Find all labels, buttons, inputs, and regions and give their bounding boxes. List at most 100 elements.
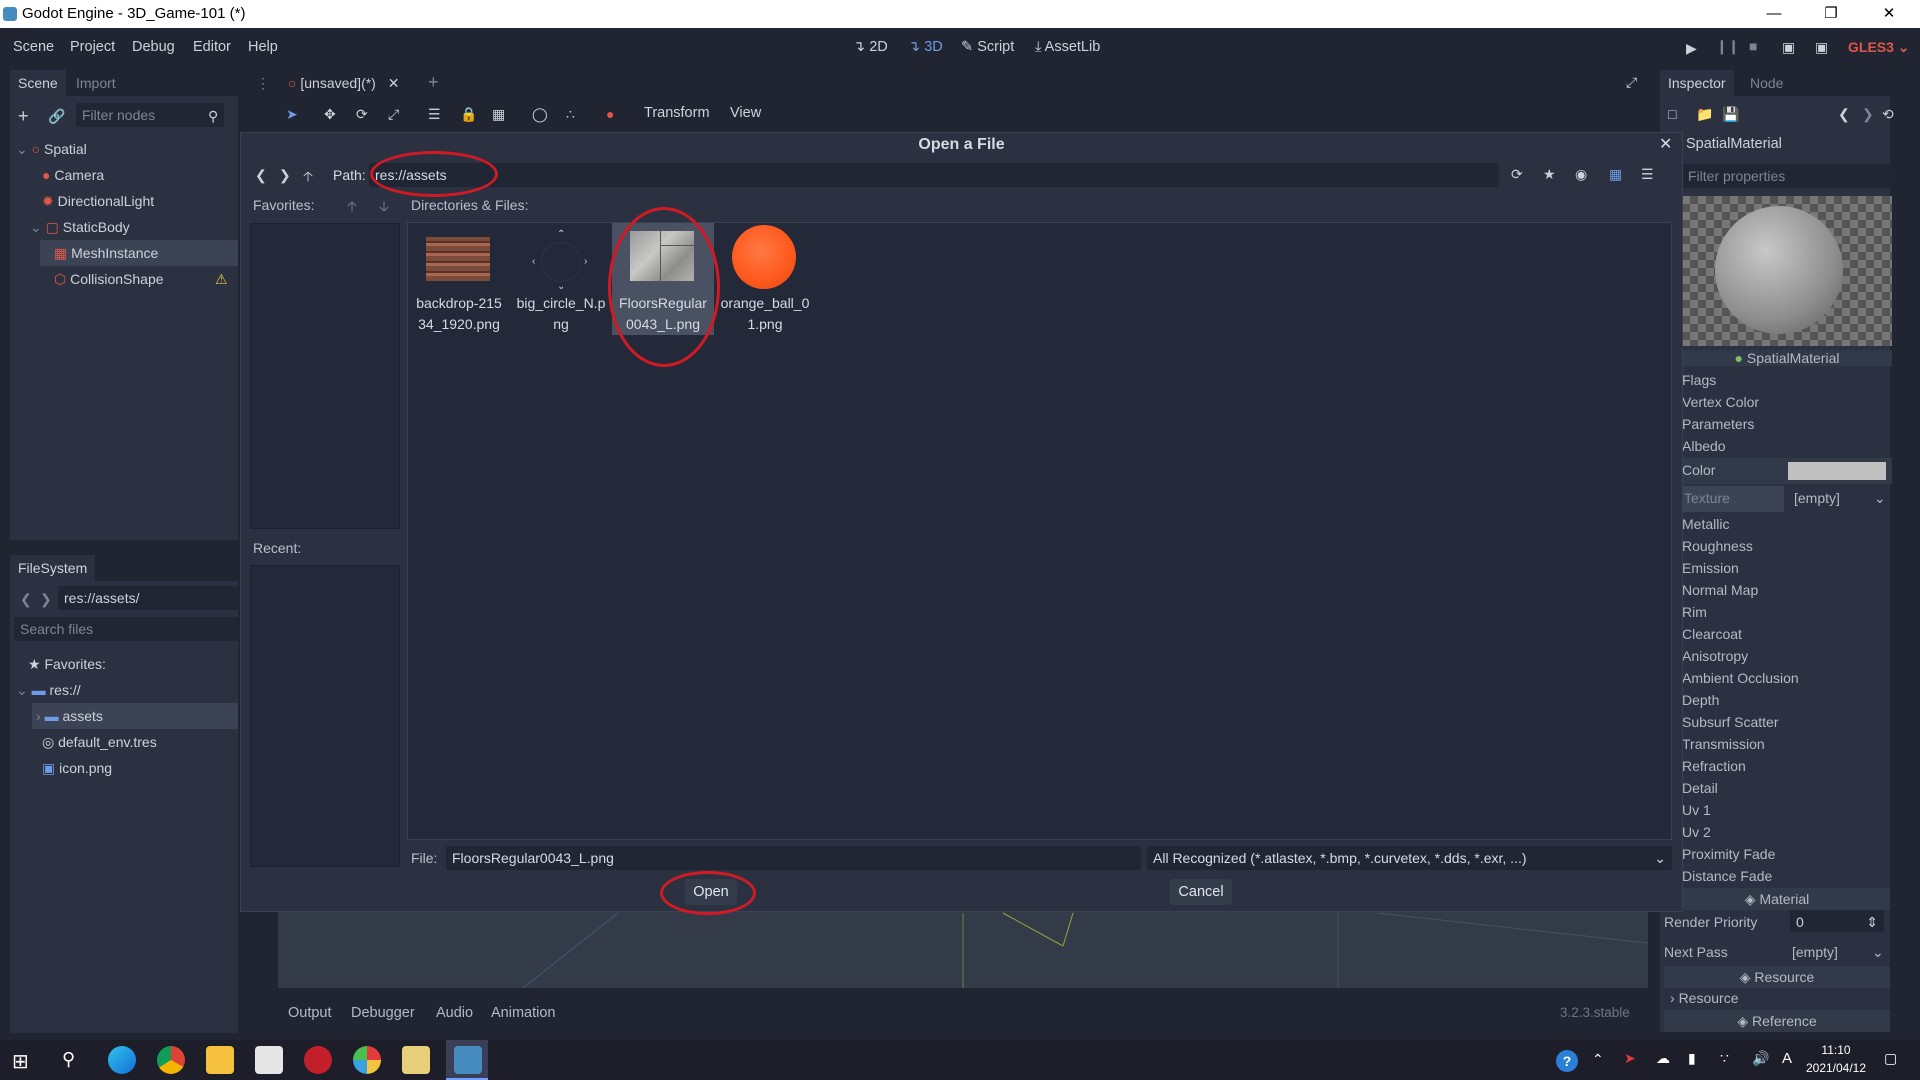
select-tool-icon[interactable]: ➤ (286, 106, 298, 123)
section-albedo[interactable]: Albedo (1682, 438, 1726, 454)
tree-node-meshinstance[interactable]: ▦ MeshInstance (40, 240, 238, 266)
renderer-selector[interactable]: GLES3 ⌄ (1848, 39, 1910, 56)
albedo-texture-value[interactable]: [empty] (1794, 490, 1840, 506)
search-files-input[interactable]: Search files (14, 617, 238, 641)
warning-icon[interactable]: ⚠ (215, 266, 228, 292)
battery-icon[interactable]: ▮ (1688, 1050, 1696, 1067)
distraction-free-icon[interactable]: ⤢ (1626, 74, 1637, 91)
restore-button[interactable]: ❐ (1808, 0, 1854, 28)
spin-arrows-icon[interactable]: ⇕ (1866, 914, 1878, 931)
close-window-button[interactable]: ✕ (1866, 0, 1912, 28)
file-item-backdrop[interactable]: backdrop-215 34_1920.png (408, 223, 510, 335)
save-resource-icon[interactable]: 💾 (1722, 106, 1739, 123)
app-red-icon[interactable] (304, 1046, 332, 1074)
tab-import[interactable]: Import (68, 70, 124, 96)
dropdown-arrow-icon[interactable]: ⌄ (1874, 490, 1886, 507)
grid-view-icon[interactable]: ▦ (1609, 166, 1622, 183)
tree-node-collisionshape[interactable]: ⬡ CollisionShape ⚠ (10, 266, 238, 292)
dialog-up-icon[interactable]: 🡡 (303, 166, 313, 190)
play-icon[interactable]: ▶ (1686, 40, 1697, 57)
taskbar-search-icon[interactable]: ⚲ (62, 1049, 75, 1070)
tree-node-spatial[interactable]: ⌄ ○ Spatial (10, 136, 238, 162)
history-forward-icon[interactable]: ❯ (1862, 106, 1874, 123)
dropdown-arrow-icon[interactable]: ⌄ (1872, 944, 1884, 961)
section-ambient-occlusion[interactable]: Ambient Occlusion (1682, 670, 1799, 686)
history-back-icon[interactable]: ❮ (1838, 106, 1850, 123)
section-proximity-fade[interactable]: Proximity Fade (1682, 846, 1775, 862)
bottom-tab-debugger[interactable]: Debugger (351, 1005, 415, 1021)
recent-list[interactable] (250, 565, 400, 867)
fs-folder-assets[interactable]: › ▬ assets (32, 703, 238, 729)
favorites-list[interactable] (250, 223, 400, 529)
filter-properties-input[interactable]: Filter properties (1682, 164, 1892, 188)
wifi-icon[interactable]: ∵ (1720, 1050, 1729, 1067)
clock-time[interactable]: 11:10 (1806, 1043, 1866, 1057)
favorite-move-down-icon[interactable]: 🡣 (379, 196, 389, 220)
minimize-button[interactable]: — (1751, 0, 1797, 28)
workspace-assetlib-button[interactable]: ⤓ AssetLib (1035, 39, 1100, 55)
file-name-input[interactable]: FloorsRegular0043_L.png (446, 846, 1141, 870)
section-emission[interactable]: Emission (1682, 560, 1739, 576)
workspace-script-button[interactable]: ✎ Script (961, 39, 1014, 55)
chrome-browser-icon[interactable] (157, 1046, 185, 1074)
group-icon[interactable]: ▦ (492, 106, 505, 123)
section-rim[interactable]: Rim (1682, 604, 1707, 620)
tab-filesystem[interactable]: FileSystem (10, 555, 96, 581)
scale-tool-icon[interactable]: ⤢ (388, 106, 399, 123)
dock-menu-icon[interactable]: ⋮ (256, 75, 270, 92)
volume-icon[interactable]: 🔊 (1752, 1050, 1769, 1067)
file-explorer-icon[interactable] (206, 1046, 234, 1074)
section-metallic[interactable]: Metallic (1682, 516, 1729, 532)
section-refraction[interactable]: Refraction (1682, 758, 1746, 774)
section-normal-map[interactable]: Normal Map (1682, 582, 1758, 598)
add-node-icon[interactable]: + (18, 106, 29, 127)
fs-favorites[interactable]: ★ Favorites: (10, 651, 238, 677)
section-anisotropy[interactable]: Anisotropy (1682, 648, 1748, 664)
transform-menu[interactable]: Transform (644, 105, 710, 121)
file-filter-select[interactable]: All Recognized (*.atlastex, *.bmp, *.cur… (1147, 846, 1672, 870)
dialog-close-icon[interactable]: ✕ (1659, 134, 1672, 154)
bottom-tab-audio[interactable]: Audio (436, 1005, 473, 1021)
edge-browser-icon[interactable] (108, 1046, 136, 1074)
tree-node-directionallight[interactable]: ✹ DirectionalLight (10, 188, 238, 214)
link-icon[interactable]: 🔗 (48, 108, 65, 125)
tree-node-camera[interactable]: ● Camera (10, 162, 238, 188)
section-vertex-color[interactable]: Vertex Color (1682, 394, 1759, 410)
play-custom-scene-icon[interactable]: ▣ (1815, 39, 1828, 56)
section-depth[interactable]: Depth (1682, 692, 1719, 708)
local-space-icon[interactable]: ◯ (532, 106, 548, 123)
tab-node[interactable]: Node (1742, 70, 1791, 96)
workspace-3d-button[interactable]: ↴ 3D (908, 39, 943, 55)
section-subsurf-scatter[interactable]: Subsurf Scatter (1682, 714, 1779, 730)
section-roughness[interactable]: Roughness (1682, 538, 1753, 554)
menu-editor[interactable]: Editor (193, 39, 231, 55)
list-view-icon[interactable]: ☰ (1641, 166, 1654, 183)
move-tool-icon[interactable]: ✥ (324, 106, 336, 123)
tab-unsaved-scene[interactable]: ○ [unsaved](*) ✕ (288, 70, 399, 96)
snap-icon[interactable]: ∴ (566, 106, 575, 123)
history-icon[interactable]: ⟲ (1882, 106, 1894, 123)
file-item-big-circle[interactable]: ⌃ ‹ › ⌄ big_circle_N.p ng (510, 223, 612, 335)
section-parameters[interactable]: Parameters (1682, 416, 1754, 432)
section-uv1[interactable]: Uv 1 (1682, 802, 1711, 818)
show-hidden-icon[interactable]: ◉ (1575, 166, 1587, 183)
albedo-color-swatch[interactable] (1788, 462, 1886, 480)
menu-debug[interactable]: Debug (132, 39, 175, 55)
fs-file-default-env[interactable]: ◎ default_env.tres (10, 729, 238, 755)
load-resource-icon[interactable]: 📁 (1696, 106, 1713, 123)
tree-node-staticbody[interactable]: ⌄ ▢ StaticBody (10, 214, 238, 240)
close-tab-icon[interactable]: ✕ (388, 75, 400, 91)
new-resource-icon[interactable]: □ (1668, 106, 1676, 122)
filesystem-path-input[interactable]: res://assets/ (58, 586, 238, 610)
section-clearcoat[interactable]: Clearcoat (1682, 626, 1742, 642)
forward-arrow-icon[interactable]: ❯ (40, 591, 52, 608)
path-input[interactable]: res://assets (369, 163, 1499, 187)
bottom-tab-output[interactable]: Output (288, 1005, 332, 1021)
section-transmission[interactable]: Transmission (1682, 736, 1765, 752)
menu-scene[interactable]: Scene (13, 39, 54, 55)
app-yellow-icon[interactable] (402, 1046, 430, 1074)
help-icon[interactable]: ? (1556, 1050, 1578, 1072)
fs-file-icon-png[interactable]: ▣ icon.png (10, 755, 238, 781)
next-pass-value[interactable]: [empty] (1792, 944, 1838, 960)
favorite-star-icon[interactable]: ★ (1543, 166, 1556, 183)
